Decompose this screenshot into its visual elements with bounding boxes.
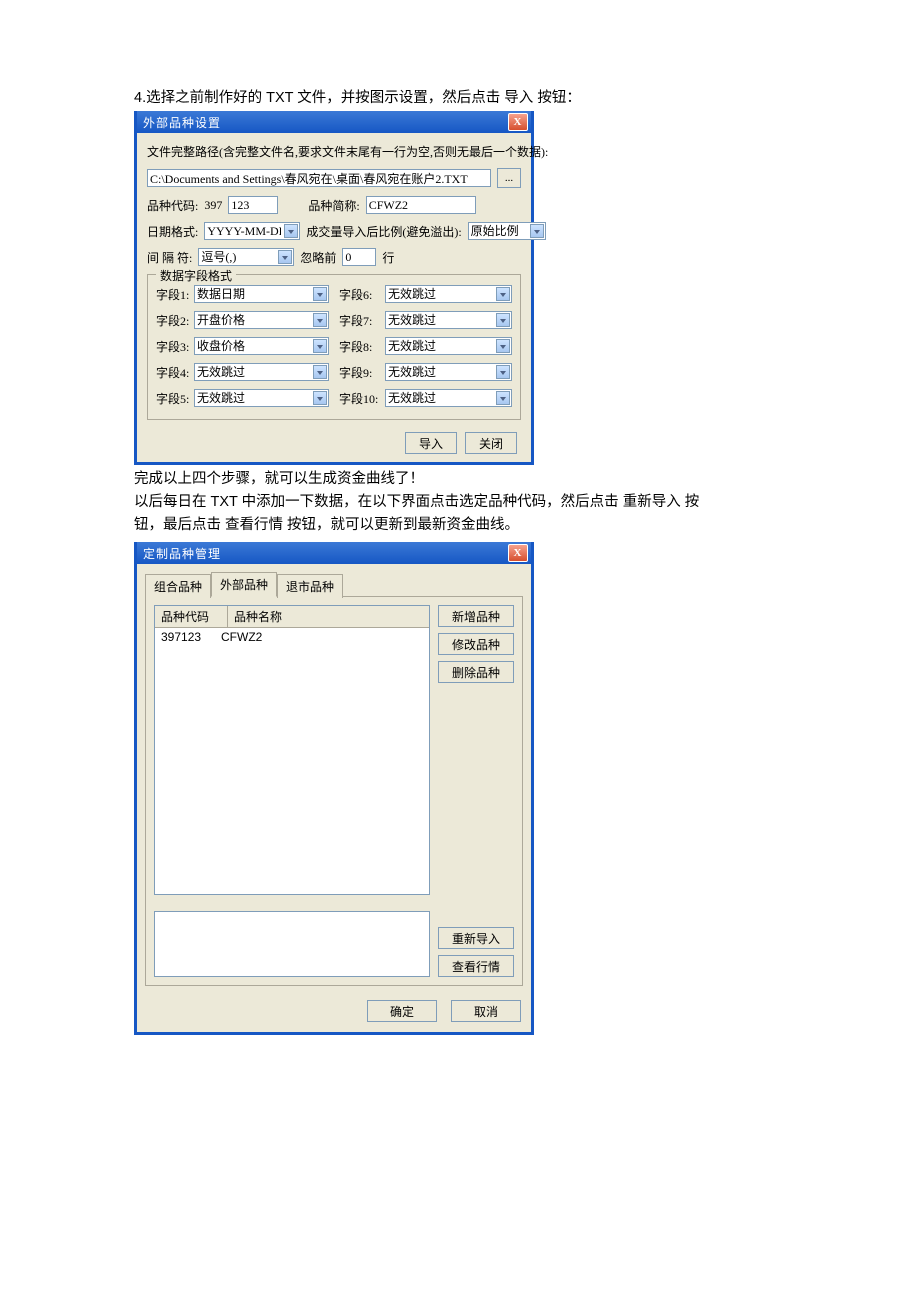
close-button[interactable]: 关闭 bbox=[465, 432, 517, 454]
field5-label: 字段5: bbox=[156, 390, 194, 407]
name-label: 品种简称: bbox=[308, 197, 359, 214]
code-input[interactable] bbox=[228, 196, 278, 214]
skip-post-label: 行 bbox=[382, 249, 394, 266]
ratio-label: 成交量导入后比例(避免溢出): bbox=[306, 223, 461, 240]
close-icon[interactable]: X bbox=[508, 113, 528, 131]
doc-line-1: 4.选择之前制作好的 TXT 文件，并按图示设置，然后点击 导入 按钮： bbox=[134, 88, 920, 109]
skip-pre-label: 忽略前 bbox=[300, 249, 336, 266]
memo-box[interactable] bbox=[154, 911, 430, 977]
field9-label: 字段9: bbox=[339, 364, 385, 381]
custom-variety-manage-dialog: 定制品种管理 X 组合品种 外部品种 退市品种 品种代码 品种名称 bbox=[134, 542, 534, 1035]
field8-select[interactable]: 无效跳过 bbox=[385, 337, 512, 355]
code-label: 品种代码: bbox=[147, 197, 198, 214]
ok-button[interactable]: 确定 bbox=[367, 1000, 437, 1022]
group-title: 数据字段格式 bbox=[156, 267, 236, 284]
reimport-button[interactable]: 重新导入 bbox=[438, 927, 514, 949]
dialog2-titlebar: 定制品种管理 X bbox=[137, 542, 531, 564]
tab-combined[interactable]: 组合品种 bbox=[145, 574, 211, 598]
cell-code: 397123 bbox=[161, 630, 221, 644]
doc-line-2: 完成以上四个步骤，就可以生成资金曲线了！ bbox=[134, 469, 920, 490]
cell-name: CFWZ2 bbox=[221, 630, 262, 644]
field10-select[interactable]: 无效跳过 bbox=[385, 389, 512, 407]
field1-select[interactable]: 数据日期 bbox=[194, 285, 329, 303]
variety-list[interactable]: 品种代码 品种名称 397123 CFWZ2 bbox=[154, 605, 430, 895]
list-item[interactable]: 397123 CFWZ2 bbox=[155, 628, 429, 646]
cancel-button[interactable]: 取消 bbox=[451, 1000, 521, 1022]
field2-label: 字段2: bbox=[156, 312, 194, 329]
field4-label: 字段4: bbox=[156, 364, 194, 381]
add-variety-button[interactable]: 新增品种 bbox=[438, 605, 514, 627]
col-name[interactable]: 品种名称 bbox=[228, 606, 429, 627]
code-prefix: 397 bbox=[204, 198, 222, 213]
edit-variety-button[interactable]: 修改品种 bbox=[438, 633, 514, 655]
close-icon[interactable]: X bbox=[508, 544, 528, 562]
field8-label: 字段8: bbox=[339, 338, 385, 355]
field3-label: 字段3: bbox=[156, 338, 194, 355]
field2-select[interactable]: 开盘价格 bbox=[194, 311, 329, 329]
tab-external[interactable]: 外部品种 bbox=[211, 572, 277, 597]
skip-input[interactable] bbox=[342, 248, 376, 266]
external-variety-dialog: 外部品种设置 X 文件完整路径(含完整文件名,要求文件末尾有一行为空,否则无最后… bbox=[134, 111, 534, 465]
list-header: 品种代码 品种名称 bbox=[155, 606, 429, 628]
col-code[interactable]: 品种代码 bbox=[155, 606, 228, 627]
date-format-select[interactable]: YYYY-MM-DD bbox=[204, 222, 300, 240]
field7-select[interactable]: 无效跳过 bbox=[385, 311, 512, 329]
field6-select[interactable]: 无效跳过 bbox=[385, 285, 512, 303]
view-quote-button[interactable]: 查看行情 bbox=[438, 955, 514, 977]
field9-select[interactable]: 无效跳过 bbox=[385, 363, 512, 381]
separator-select[interactable]: 逗号(,) bbox=[198, 248, 294, 266]
separator-label: 间 隔 符: bbox=[147, 249, 192, 266]
tab-delisted[interactable]: 退市品种 bbox=[277, 574, 343, 598]
dialog-titlebar: 外部品种设置 X bbox=[137, 111, 531, 133]
delete-variety-button[interactable]: 删除品种 bbox=[438, 661, 514, 683]
browse-button[interactable]: ... bbox=[497, 168, 521, 188]
dialog-title: 外部品种设置 bbox=[143, 114, 221, 131]
tab-pane: 品种代码 品种名称 397123 CFWZ2 新增品种 修改品种 删除品种 bbox=[145, 596, 523, 986]
field3-select[interactable]: 收盘价格 bbox=[194, 337, 329, 355]
field7-label: 字段7: bbox=[339, 312, 385, 329]
field5-select[interactable]: 无效跳过 bbox=[194, 389, 329, 407]
field-format-group: 数据字段格式 字段1:数据日期 字段2:开盘价格 字段3:收盘价格 字段4:无效… bbox=[147, 274, 521, 420]
field1-label: 字段1: bbox=[156, 286, 194, 303]
field4-select[interactable]: 无效跳过 bbox=[194, 363, 329, 381]
field6-label: 字段6: bbox=[339, 286, 385, 303]
name-input[interactable] bbox=[366, 196, 476, 214]
field10-label: 字段10: bbox=[339, 390, 385, 407]
date-format-label: 日期格式: bbox=[147, 223, 198, 240]
path-input[interactable] bbox=[147, 169, 491, 187]
ratio-select[interactable]: 原始比例 bbox=[468, 222, 546, 240]
doc-line-3: 以后每日在 TXT 中添加一下数据，在以下界面点击选定品种代码，然后点击 重新导… bbox=[134, 492, 920, 513]
dialog2-title: 定制品种管理 bbox=[143, 545, 221, 562]
doc-line-4: 钮，最后点击 查看行情 按钮，就可以更新到最新资金曲线。 bbox=[134, 515, 920, 536]
path-label: 文件完整路径(含完整文件名,要求文件末尾有一行为空,否则无最后一个数据): bbox=[147, 143, 548, 160]
import-button[interactable]: 导入 bbox=[405, 432, 457, 454]
